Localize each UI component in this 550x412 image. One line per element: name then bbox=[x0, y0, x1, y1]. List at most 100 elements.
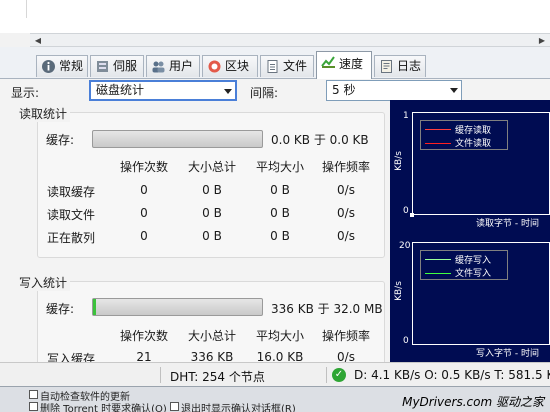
tab-general[interactable]: 常规 bbox=[36, 55, 88, 77]
write-cache-text: 336 KB 于 32.0 MB bbox=[271, 302, 383, 316]
write-cache-bar bbox=[92, 298, 263, 316]
write-stats-title: 写入统计 bbox=[16, 274, 71, 291]
scroll-right-icon[interactable]: ▶ bbox=[536, 35, 548, 46]
table-cell: 0 B bbox=[202, 206, 222, 220]
option-label: 退出时显示确认对话框(R) bbox=[181, 404, 296, 412]
write-cache-label: 缓存: bbox=[46, 302, 75, 316]
interval-select-value: 5 秒 bbox=[332, 83, 356, 97]
users-icon bbox=[152, 61, 165, 73]
table-row-label: 读取缓存 bbox=[47, 185, 96, 199]
write-header-ops: 操作次数 bbox=[119, 329, 168, 343]
file-icon bbox=[267, 60, 278, 73]
read-graph-xlabel: 读取字节 - 时间 bbox=[476, 219, 539, 229]
table-cell: 0 bbox=[140, 206, 148, 220]
read-header-avg: 平均大小 bbox=[255, 160, 304, 174]
display-label: 显示: bbox=[11, 86, 40, 100]
table-cell: 0 B bbox=[270, 229, 290, 243]
checkbox[interactable] bbox=[29, 390, 38, 399]
detail-tabs: 常规 伺服 用户 区块 文件 速度 日志 bbox=[0, 47, 550, 79]
read-header-rate: 操作频率 bbox=[321, 160, 370, 174]
chevron-down-icon bbox=[450, 88, 458, 93]
read-cache-text: 0.0 KB 于 0.0 KB bbox=[271, 133, 369, 147]
table-cell: 0 bbox=[140, 183, 148, 197]
read-graph-ymax: 1 bbox=[403, 111, 409, 121]
tab-label: 区块 bbox=[225, 59, 250, 73]
checkbox[interactable] bbox=[29, 402, 38, 411]
list-column-divider bbox=[26, 0, 27, 18]
legend-label: 文件写入 bbox=[455, 269, 492, 279]
write-graph-ymax: 20 bbox=[399, 241, 411, 251]
table-cell: 0 B bbox=[202, 229, 222, 243]
read-graph-ylabel: KB/s bbox=[393, 151, 404, 171]
display-select[interactable]: 磁盘统计 bbox=[89, 80, 237, 101]
write-graph-legend: 缓存写入 文件写入 bbox=[420, 250, 508, 280]
read-header-ops: 操作次数 bbox=[119, 160, 168, 174]
interval-label: 间隔: bbox=[250, 86, 279, 100]
chevron-down-icon bbox=[224, 89, 232, 94]
write-header-rate: 操作频率 bbox=[321, 329, 370, 343]
horizontal-scrollbar[interactable]: ◀ ▶ bbox=[30, 33, 550, 47]
legend-swatch bbox=[425, 129, 451, 130]
interval-select[interactable]: 5 秒 bbox=[326, 80, 462, 101]
read-graph-ymin: 0 bbox=[403, 206, 409, 216]
legend-label: 文件读取 bbox=[455, 139, 492, 149]
tab-peers[interactable]: 用户 bbox=[146, 55, 200, 77]
dht-status[interactable]: DHT: 254 个节点 bbox=[170, 368, 265, 385]
display-select-value: 磁盘统计 bbox=[96, 83, 145, 97]
tab-label: 速度 bbox=[339, 57, 364, 71]
read-graph-legend: 缓存读取 文件读取 bbox=[420, 120, 508, 150]
read-graph: 1 0 KB/s 读取字节 - 时间 缓存读取 文件读取 bbox=[390, 100, 550, 230]
server-icon bbox=[97, 61, 108, 72]
pieces-icon bbox=[208, 60, 221, 73]
write-cache-bar-fill bbox=[93, 299, 96, 315]
read-header-total: 大小总计 bbox=[187, 160, 236, 174]
tab-logger[interactable]: 日志 bbox=[374, 55, 426, 77]
table-cell: 0 B bbox=[270, 206, 290, 220]
tab-files[interactable]: 文件 bbox=[260, 55, 314, 77]
scroll-left-icon[interactable]: ◀ bbox=[32, 35, 44, 46]
write-graph-ymin: 0 bbox=[403, 336, 409, 346]
speed-graphs: 1 0 KB/s 读取字节 - 时间 缓存读取 文件读取 20 0 KB/s 写… bbox=[390, 100, 550, 362]
write-graph-ylabel: KB/s bbox=[393, 281, 404, 301]
tab-servers[interactable]: 伺服 bbox=[90, 55, 144, 77]
table-cell: 0/s bbox=[337, 183, 355, 197]
write-header-total: 大小总计 bbox=[187, 329, 236, 343]
legend-label: 缓存写入 bbox=[455, 256, 492, 266]
legend-swatch bbox=[425, 273, 451, 274]
log-icon bbox=[381, 60, 392, 73]
table-cell: 0/s bbox=[337, 206, 355, 220]
legend-label: 缓存读取 bbox=[455, 126, 492, 136]
table-cell: 0 B bbox=[270, 183, 290, 197]
tab-label: 文件 bbox=[283, 59, 308, 73]
tab-pieces[interactable]: 区块 bbox=[202, 55, 258, 77]
tab-label: 伺服 bbox=[113, 59, 138, 73]
write-graph: 20 0 KB/s 写入字节 - 时间 缓存写入 文件写入 bbox=[390, 230, 550, 362]
status-divider bbox=[160, 367, 161, 383]
legend-swatch bbox=[425, 259, 451, 260]
graph-origin-marker bbox=[410, 213, 414, 217]
option-label: 删除 Torrent 时要求确认(O) bbox=[40, 404, 167, 412]
tab-label: 用户 bbox=[169, 59, 194, 73]
write-graph-xlabel: 写入字节 - 时间 bbox=[476, 349, 539, 359]
tab-label: 常规 bbox=[59, 59, 84, 73]
read-cache-label: 缓存: bbox=[46, 133, 75, 147]
status-bar: DHT: 254 个节点 ✓ D: 4.1 KB/s O: 0.5 KB/s T… bbox=[0, 362, 550, 386]
table-cell: 0 B bbox=[202, 183, 222, 197]
table-row-label: 正在散列 bbox=[47, 231, 96, 245]
read-stats-title: 读取统计 bbox=[16, 105, 71, 122]
status-divider bbox=[326, 367, 327, 383]
info-icon bbox=[42, 60, 55, 73]
table-cell: 0/s bbox=[337, 229, 355, 243]
tab-speed[interactable]: 速度 bbox=[316, 51, 372, 79]
tab-label: 日志 bbox=[397, 59, 422, 73]
table-cell: 0 bbox=[140, 229, 148, 243]
checkbox[interactable] bbox=[170, 402, 179, 411]
speed-graph-icon bbox=[321, 56, 335, 68]
torrent-list[interactable] bbox=[0, 0, 550, 33]
read-cache-bar bbox=[92, 130, 263, 148]
transfer-status[interactable]: D: 4.1 KB/s O: 0.5 KB/s T: 581.5 KB bbox=[354, 368, 550, 382]
connection-ok-icon[interactable]: ✓ bbox=[332, 368, 346, 382]
legend-swatch bbox=[425, 143, 451, 144]
write-header-avg: 平均大小 bbox=[255, 329, 304, 343]
table-row-label: 读取文件 bbox=[47, 208, 96, 222]
